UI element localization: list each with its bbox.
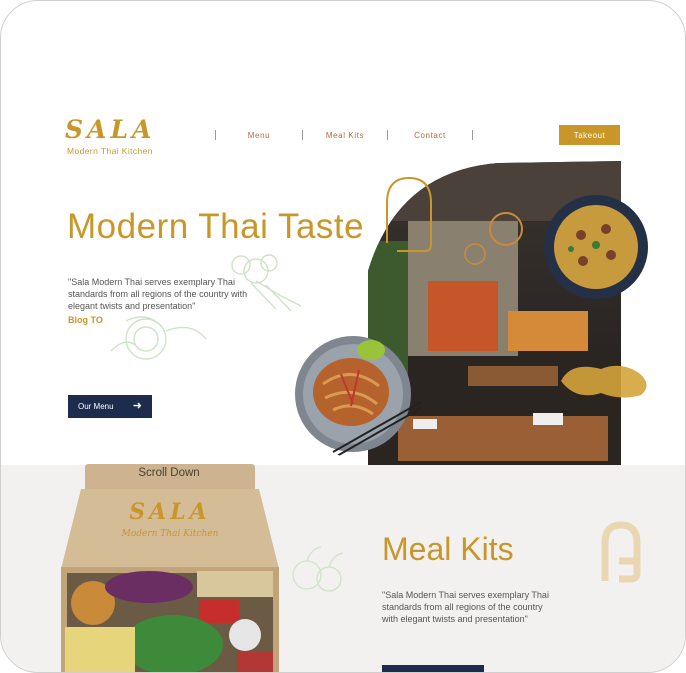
nav-item-meal-kits[interactable]: Meal Kits [303,131,387,140]
hero-source-link[interactable]: Blog TO [68,315,103,325]
meal-kits-quote: "Sala Modern Thai serves exemplary Thai … [382,590,549,624]
pad-thai-plate-photo [295,336,422,457]
meal-kits-button[interactable] [382,665,484,672]
hero-title: Modern Thai Taste [67,207,365,246]
brand-mark-decoration [601,521,641,583]
takeout-button[interactable]: Takeout [559,125,620,145]
logo-wordmark: SALA [65,115,156,144]
arrow-right-icon: ➜ [132,400,142,412]
box-logo-tagline: Modern Thai Kitchen [121,529,219,539]
nav-item-menu[interactable]: Menu [216,131,302,140]
main-nav: Menu Meal Kits Contact [215,129,473,141]
box-logo: SALA Modern Thai Kitchen [105,499,235,539]
arch-outline-decoration [386,176,432,252]
vegetable-sketch-illustration [292,546,344,592]
meal-kit-box-photo [61,464,279,672]
gold-blob-decoration [561,365,647,398]
scroll-down-hint[interactable]: Scroll Down [85,467,253,479]
our-menu-button[interactable]: Our Menu ➜ [68,395,152,418]
meal-kits-title: Meal Kits [382,531,514,567]
page-frame: SALA Modern Thai Kitchen Menu Meal Kits … [0,0,686,673]
logo-tagline: Modern Thai Kitchen [67,146,153,156]
brand-logo[interactable]: SALA Modern Thai Kitchen [65,115,156,157]
curry-bowl-photo [544,195,648,299]
our-menu-label: Our Menu [78,402,114,411]
hero-quote: "Sala Modern Thai serves exemplary Thai … [68,277,248,311]
nav-divider [472,130,473,140]
nav-item-contact[interactable]: Contact [388,131,472,140]
box-logo-wordmark: SALA [129,499,211,525]
